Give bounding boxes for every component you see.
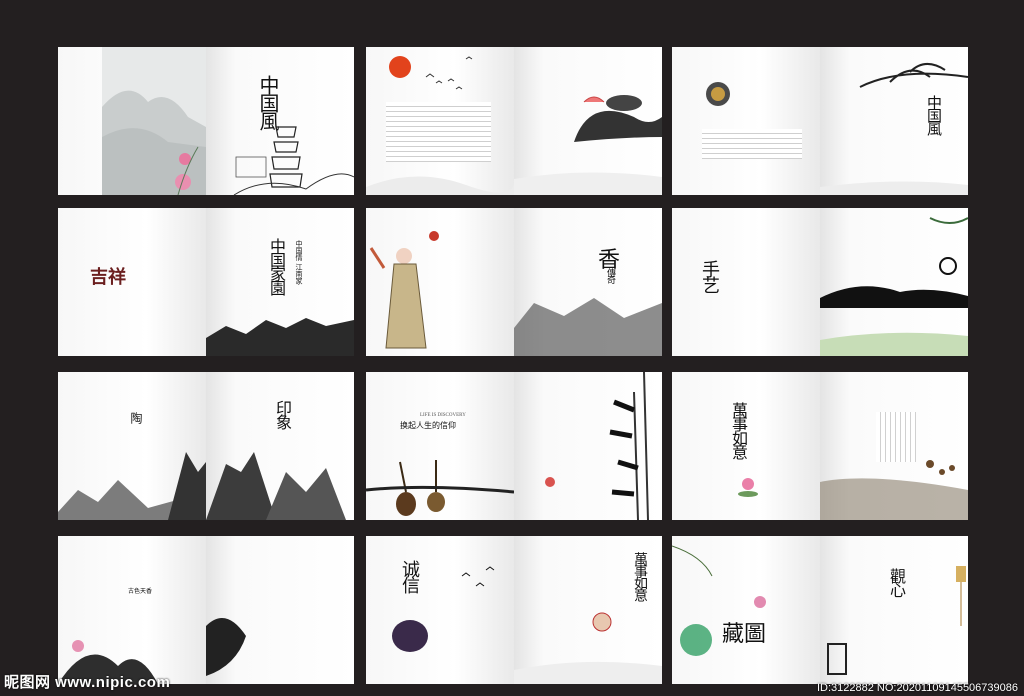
page-right [206, 536, 354, 684]
spread-r4c3: 藏圖 觀心 [672, 536, 968, 684]
page-left: 手艺 [672, 208, 820, 356]
page-left [366, 208, 514, 356]
body-text-block [386, 102, 491, 162]
page-left [366, 47, 515, 195]
spread-title: 手艺 [699, 260, 720, 292]
mountain-ink-art [206, 452, 346, 520]
opera-figure-art [369, 231, 439, 349]
spread-r3c1: 陶 印象 [58, 372, 354, 520]
page-right: 印象 [206, 372, 354, 520]
porcelain-disc-art [706, 82, 730, 106]
spread-r1c1: 中国風 [58, 47, 354, 195]
pine-tree-art [820, 63, 968, 195]
auspicious-seal-title: 吉祥 [90, 267, 126, 288]
lotus-art [738, 478, 758, 497]
body-text-block [702, 129, 802, 159]
page-left [58, 47, 206, 195]
page-right: 中国家園 中国情 江南家 [206, 208, 354, 356]
lotus-leaf-art [58, 640, 158, 684]
misty-mountain-art [102, 47, 206, 195]
page-right: 中国風 [206, 47, 354, 195]
page-left: 萬事如意 [672, 372, 820, 520]
mountain-ink-art [58, 452, 206, 520]
spread-r3c3: 萬事如意 [672, 372, 968, 520]
village-ink-art [206, 318, 354, 356]
pagoda-ink-art [233, 126, 354, 195]
page-right: 香 傳奇 [514, 208, 662, 356]
bamboo-ink-art [545, 372, 649, 520]
page-left: LIFE IS DISCOVERY 换起人生的信仰 [366, 372, 515, 520]
spread-r4c1: 古色天香 [58, 536, 354, 684]
spread-r1c2 [366, 47, 662, 195]
spread-r2c3: 手艺 [672, 208, 968, 356]
spread-r2c2: 香 傳奇 [366, 208, 662, 356]
spread-r4c2: 诚信 萬事如意 [366, 536, 662, 684]
page-left: 陶 [58, 372, 206, 520]
spread-title: 藏圖 [722, 622, 767, 647]
page-left [672, 47, 820, 195]
page-right: 萬事如意 [514, 536, 662, 684]
lotus-ink-art [514, 95, 662, 195]
page-left: 吉祥 [58, 208, 206, 356]
body-text-block [876, 412, 916, 462]
town-ink-art [514, 298, 662, 356]
spread-r1c3: 中国風 [672, 47, 968, 195]
page-right: 中国風 [820, 47, 968, 195]
page-left: 诚信 [366, 536, 514, 684]
lotus-ink-art [206, 618, 246, 676]
spread-r2c1: 吉祥 中国家園 中国情 江南家 [58, 208, 354, 356]
birds-and-vase-art [392, 566, 495, 652]
lantern-and-chair-art [827, 566, 966, 675]
page-right [514, 372, 662, 520]
watermark-right: ID:3122882 NO:20201109145506739086 [816, 682, 1018, 694]
watermark-left: 昵图网 www.nipic.com [4, 674, 171, 691]
page-left: 藏圖 [672, 536, 820, 684]
page-left: 古色天香 [58, 536, 206, 684]
page-right [514, 47, 662, 195]
lotus-leaf-art [672, 545, 766, 656]
spread-r3c2: LIFE IS DISCOVERY 换起人生的信仰 [366, 372, 662, 520]
page-right: 觀心 [820, 536, 968, 684]
page-right [820, 372, 968, 520]
landscape-ink-art [820, 217, 968, 356]
opera-mask-art [514, 612, 662, 684]
instruments-art [366, 460, 515, 516]
page-right [820, 208, 968, 356]
spread-title: 中国風 [925, 95, 943, 134]
